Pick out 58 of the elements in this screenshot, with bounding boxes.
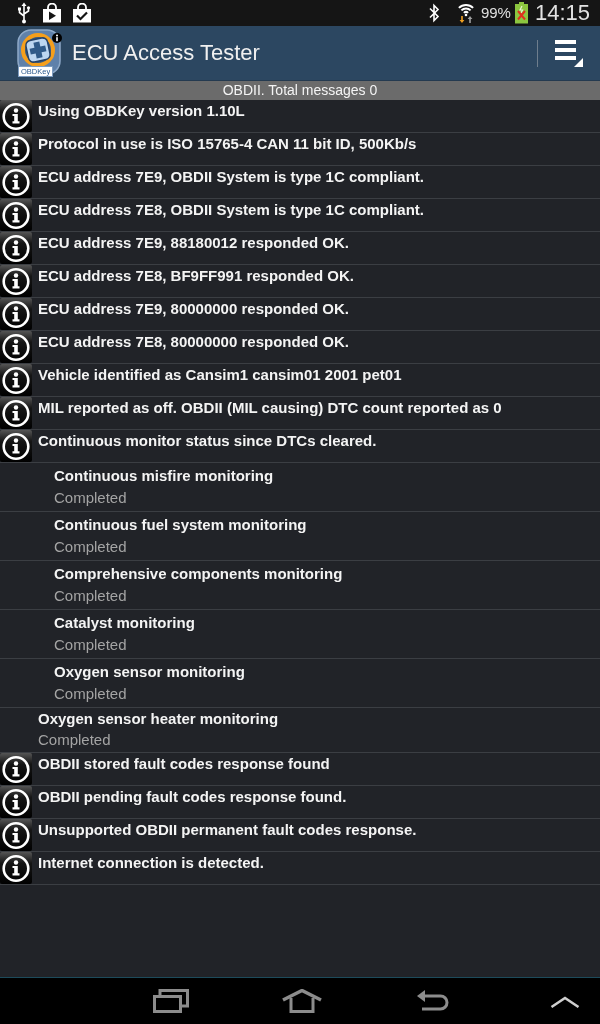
info-icon <box>0 100 32 132</box>
info-icon <box>0 852 32 884</box>
check-bag-icon <box>72 3 92 23</box>
back-icon[interactable] <box>417 990 449 1012</box>
info-icon <box>0 298 32 330</box>
info-icon <box>0 786 32 818</box>
monitor-status: Completed <box>54 635 127 655</box>
usb-icon <box>17 2 31 24</box>
monitor-status: Completed <box>38 730 111 750</box>
monitor-status: Completed <box>54 537 127 557</box>
monitor-name: Oxygen sensor heater monitoring <box>38 709 279 729</box>
recent-apps-icon[interactable] <box>153 989 189 1013</box>
app-title: ECU Access Tester <box>72 40 260 66</box>
monitor-name: Oxygen sensor monitoring <box>54 662 245 682</box>
message-text: MIL reported as off. OBDII (MIL causing) DTC count reported as 0 <box>38 398 502 418</box>
info-icon <box>0 232 32 264</box>
info-icon <box>0 166 32 198</box>
clock-time: 14:15 <box>534 1 590 25</box>
menu-icon <box>555 39 583 67</box>
play-bag-icon <box>42 3 62 23</box>
info-icon <box>0 265 32 297</box>
home-icon[interactable] <box>282 989 322 1013</box>
monitor-name: Continuous fuel system monitoring <box>54 515 307 535</box>
message-text: Vehicle identified as Cansim1 cansim01 2001 pet01 <box>38 365 402 385</box>
message-text: Continuous monitor status since DTCs cleared. <box>38 431 377 451</box>
info-icon <box>0 397 32 429</box>
message-text: Protocol in use is ISO 15765-4 CAN 11 bit ID, 500Kb/s <box>38 134 417 154</box>
message-text: ECU address 7E8, OBDII System is type 1C compliant. <box>38 200 424 220</box>
message-text: ECU address 7E9, OBDII System is type 1C compliant. <box>38 167 424 187</box>
info-icon <box>0 364 32 396</box>
message-text: ECU address 7E9, 88180012 responded OK. <box>38 233 349 253</box>
monitor-name: Catalyst monitoring <box>54 613 195 633</box>
battery-percent: 99% <box>480 3 511 23</box>
message-text: ECU address 7E8, 80000000 responded OK. <box>38 332 349 352</box>
info-icon <box>0 331 32 363</box>
monitor-status: Completed <box>54 586 127 606</box>
info-icon <box>0 753 32 785</box>
battery-icon <box>513 2 529 24</box>
bluetooth-icon <box>427 3 440 23</box>
info-icon <box>0 199 32 231</box>
info-badge-icon <box>52 33 62 43</box>
monitor-status: Completed <box>54 684 127 704</box>
summary-bar: OBDII. Total messages 0 <box>0 81 600 100</box>
info-icon <box>0 430 32 462</box>
message-text: OBDII stored fault codes response found <box>38 754 330 774</box>
message-text: Internet connection is detected. <box>38 853 264 873</box>
message-text: OBDII pending fault codes response found. <box>38 787 347 807</box>
chevron-up-icon[interactable] <box>550 996 580 1008</box>
message-text: Using OBDKey version 1.10L <box>38 101 245 121</box>
monitor-name: Comprehensive components monitoring <box>54 564 343 584</box>
message-text: ECU address 7E8, BF9FF991 responded OK. <box>38 266 354 286</box>
menu-button[interactable] <box>555 39 583 67</box>
info-icon <box>0 819 32 851</box>
message-text: ECU address 7E9, 80000000 responded OK. <box>38 299 349 319</box>
message-text: Unsupported OBDII permanent fault codes response. <box>38 820 417 840</box>
monitor-name: Continuous misfire monitoring <box>54 466 274 486</box>
monitor-status: Completed <box>54 488 127 508</box>
info-icon <box>0 133 32 165</box>
